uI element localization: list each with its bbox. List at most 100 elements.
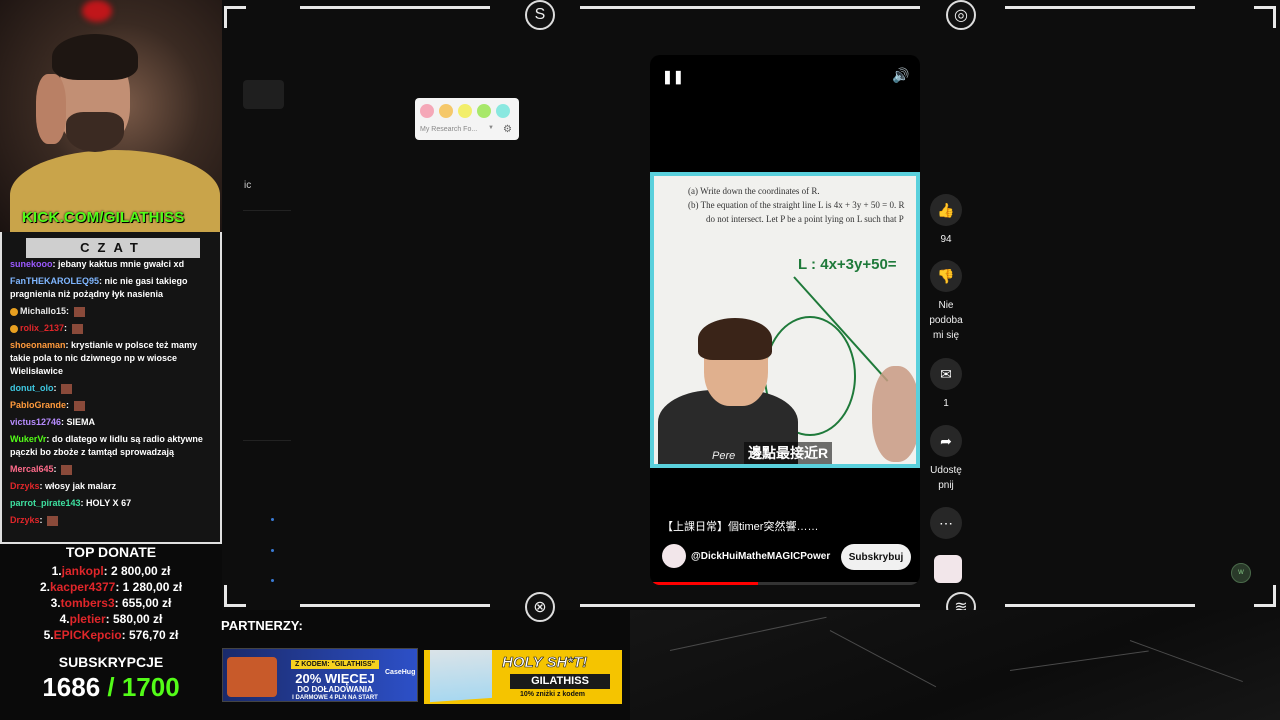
chat-username[interactable]: PabloGrande: [10, 400, 66, 410]
donation-amount: : 2 800,00 zł: [103, 564, 171, 578]
holyshit-code: GILATHISS: [510, 674, 610, 689]
like-action[interactable]: 👍 94: [929, 194, 963, 247]
subscriptions-panel: SUBSKRYPCJE 1686 / 1700: [0, 654, 222, 703]
chat-text: HOLY X 67: [86, 498, 132, 508]
question-line: do not intersect. Let P be a point lying…: [706, 214, 904, 224]
chat-emote-icon: [73, 400, 85, 411]
overlay-corner: [1254, 6, 1276, 28]
chat-emote-icon: [61, 383, 72, 394]
chat-username[interactable]: donut_olo: [10, 383, 54, 393]
highlighter-folder-label[interactable]: My Research Fo...: [420, 126, 477, 133]
chat-username[interactable]: Drzyks: [10, 515, 40, 525]
chat-badge-icon: [10, 324, 18, 333]
video-title[interactable]: 【上課日常】個timer突然響……: [662, 518, 818, 534]
partners-label: PARTNERZY:: [221, 618, 303, 633]
partner-banner-holyshit[interactable]: HOLY SH*T! GILATHISS 10% zniżki z kodem: [424, 650, 622, 704]
chat-message: rolix_2137:: [10, 322, 216, 335]
sidebar-divider: [243, 440, 291, 441]
sound-avatar[interactable]: [934, 555, 962, 583]
webcam-streamer-hand: [36, 74, 66, 144]
overlay-corner: [1254, 585, 1276, 607]
share-icon[interactable]: ➦: [930, 425, 962, 457]
share-label: Udostę pnij: [930, 465, 962, 491]
donation-row: 3.tombers3: 655,00 zł: [0, 595, 222, 611]
shorts-player[interactable]: ❚❚ 🔊 (a) Write down the coordinates of R…: [650, 55, 920, 585]
chevron-down-icon[interactable]: ▼: [488, 125, 494, 131]
casehug-headline: 20% WIĘCEJ: [295, 671, 375, 686]
chat-username[interactable]: Michallo15: [20, 306, 66, 316]
board-equation: L : 4x+3y+50=: [798, 256, 897, 273]
partner-banner-casehug[interactable]: Z KODEM: "GILATHISS" 20% WIĘCEJ DO DOŁAD…: [222, 648, 418, 702]
overlay-frame-top: [580, 6, 920, 9]
donation-name: pletier: [69, 612, 106, 626]
sidebar-text: ic: [244, 180, 252, 191]
floor-streak: [1129, 640, 1243, 683]
channel-avatar[interactable]: [662, 544, 686, 568]
video-whiteboard: (a) Write down the coordinates of R. (b)…: [654, 176, 916, 464]
donation-amount: : 1 280,00 zł: [115, 580, 183, 594]
overlay-logo-icon: S: [525, 0, 555, 30]
highlight-color-swatch[interactable]: [458, 104, 472, 118]
highlight-color-swatch[interactable]: [439, 104, 453, 118]
donation-row: 5.EPICKepcio: 576,70 zł: [0, 627, 222, 643]
chat-emote-icon: [73, 306, 85, 317]
webcam-feed: KICK.COM/GILATHISS: [0, 0, 222, 232]
subscriptions-count: 1686 / 1700: [0, 672, 222, 703]
volume-icon[interactable]: 🔊: [892, 67, 909, 84]
comments-action[interactable]: ✉ 1: [929, 358, 963, 411]
highlight-color-swatch[interactable]: [496, 104, 510, 118]
donation-rank: 3.: [50, 596, 61, 610]
share-action[interactable]: ➦ Udostę pnij: [924, 425, 968, 493]
more-action[interactable]: ⋯: [929, 507, 963, 539]
chat-username[interactable]: rolix_2137: [20, 323, 64, 333]
subscriptions-current: 1686: [42, 672, 101, 702]
channel-name[interactable]: @DickHuiMatheMAGICPower: [691, 551, 830, 562]
sidebar-dot: [271, 579, 274, 582]
chat-username[interactable]: Mercal645: [10, 464, 54, 474]
chat-message: Drzyks: włosy jak malarz: [10, 480, 216, 493]
more-icon[interactable]: ⋯: [930, 507, 962, 539]
thumbs-up-icon[interactable]: 👍: [930, 194, 962, 226]
chat-username[interactable]: sunekooo: [10, 259, 53, 269]
chat-username[interactable]: Drzyks: [10, 481, 40, 491]
casehug-promo: Z KODEM: "GILATHISS" 20% WIĘCEJ DO DOŁAD…: [285, 653, 385, 701]
subscriptions-goal: / 1700: [107, 672, 180, 702]
video-frame[interactable]: (a) Write down the coordinates of R. (b)…: [650, 172, 920, 468]
chat-message: sunekooo: jebany kaktus mnie gwałci xd: [10, 258, 216, 271]
chat-username[interactable]: victus12746: [10, 417, 61, 427]
floor-streak: [1009, 650, 1149, 671]
chat-panel: CZAT sunekooo: jebany kaktus mnie gwałci…: [0, 232, 222, 544]
webcam-streamer-beard: [66, 112, 124, 152]
pause-icon[interactable]: ❚❚: [662, 69, 684, 85]
video-progress-bar[interactable]: [650, 582, 920, 585]
highlight-color-swatch[interactable]: [420, 104, 434, 118]
like-count: 94: [940, 234, 952, 245]
chat-username[interactable]: WukerVr: [10, 434, 46, 444]
comment-icon[interactable]: ✉: [930, 358, 962, 390]
donation-row: 1.jankopl: 2 800,00 zł: [0, 563, 222, 579]
donation-amount: : 580,00 zł: [105, 612, 163, 626]
thumbs-down-icon[interactable]: 👎: [930, 260, 962, 292]
chat-message: victus12746: SIEMA: [10, 416, 216, 429]
donation-name: jankopl: [61, 564, 104, 578]
overlay-corner: [224, 6, 246, 28]
dislike-action[interactable]: 👎 Nie podoba mi się: [924, 260, 968, 343]
gear-icon[interactable]: ⚙: [503, 124, 512, 135]
floor-streak: [829, 630, 937, 688]
overlay-frame-top: [1005, 6, 1195, 9]
casehug-code: Z KODEM: "GILATHISS": [290, 660, 379, 669]
subscribe-button[interactable]: Subskrybuj: [841, 544, 911, 570]
chat-username[interactable]: parrot_pirate143: [10, 498, 81, 508]
highlight-color-swatch[interactable]: [477, 104, 491, 118]
overlay-corner: [224, 585, 246, 607]
treasure-chest-icon: [227, 657, 277, 697]
floor-streak: [669, 616, 827, 651]
chat-username[interactable]: FanTHEKAROLEQ95: [10, 276, 99, 286]
chat-message: FanTHEKAROLEQ95: nic nie gasi takiego pr…: [10, 275, 216, 301]
comment-count: 1: [943, 398, 949, 409]
overlay-frame-bottom: [300, 604, 490, 607]
chat-separator: :: [53, 464, 60, 474]
chat-message: WukerVr: do dlatego w lidlu są radio akt…: [10, 433, 216, 459]
chat-username[interactable]: shoeonaman: [10, 340, 66, 350]
sidebar-block[interactable]: [243, 80, 284, 109]
